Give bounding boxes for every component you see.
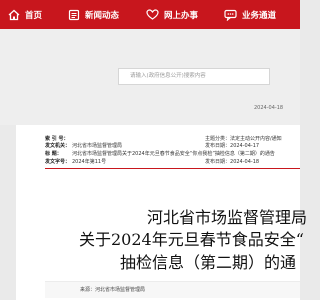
article-headline-line-1: 河北省市场监督管理局: [147, 208, 308, 227]
nav-item-news[interactable]: 新闻动态: [68, 0, 119, 29]
meta-issue-date: 发布日期：2024-04-17: [205, 143, 260, 149]
source-bar: 来源：河北省市场监督管理局: [45, 281, 300, 298]
meta-index: 索 引 号：: [45, 136, 69, 142]
chat-icon: [224, 9, 237, 21]
nav-item-label: 业务通道: [242, 10, 277, 21]
header-date: 2024-04-18: [254, 105, 284, 111]
article-source: 来源：河北省市场监督管理局: [80, 287, 146, 293]
article-card: 索 引 号： 发文机关： 河北省市场监督管理局 标 题： 河北省市场监督管理局关于2…: [16, 125, 307, 300]
article-headline-line-2: 关于2024年元旦春节食品安全“: [79, 230, 304, 249]
meta-title: 标 题： 河北省市场监督管理局关于2024年元旦春节食品安全“你点我检”抽检信息（…: [45, 151, 275, 157]
article-headline-line-3: 抽检信息（第二期）的通: [120, 253, 297, 272]
nav-item-label: 网上办事: [164, 10, 199, 21]
meta-issuer: 发文机关： 河北省市场监督管理局: [45, 143, 123, 149]
nav-item-online-services[interactable]: 网上办事: [146, 0, 198, 29]
meta-doc-number: 发文字号： 2024年第11号: [45, 159, 107, 165]
nav-item-label: 新闻动态: [85, 10, 120, 21]
nav-item-label: 首页: [25, 10, 43, 21]
meta-classification: 主题分类：法定主动公开内容/通知: [205, 136, 282, 142]
news-icon: [68, 9, 80, 20]
meta-publish-date: 发布日期：2024-04-18: [205, 159, 260, 165]
nav-item-home[interactable]: 首页: [8, 0, 42, 29]
search-input[interactable]: 请输入(政府信息公开)搜索内容: [118, 68, 270, 85]
meta-divider: [45, 168, 300, 169]
nav-item-business-channel[interactable]: 业务通道: [224, 0, 276, 29]
top-nav: 首页 新闻动态 网上办事 业务通道: [0, 0, 300, 29]
heart-hand-icon: [146, 8, 159, 20]
home-icon: [8, 9, 20, 20]
